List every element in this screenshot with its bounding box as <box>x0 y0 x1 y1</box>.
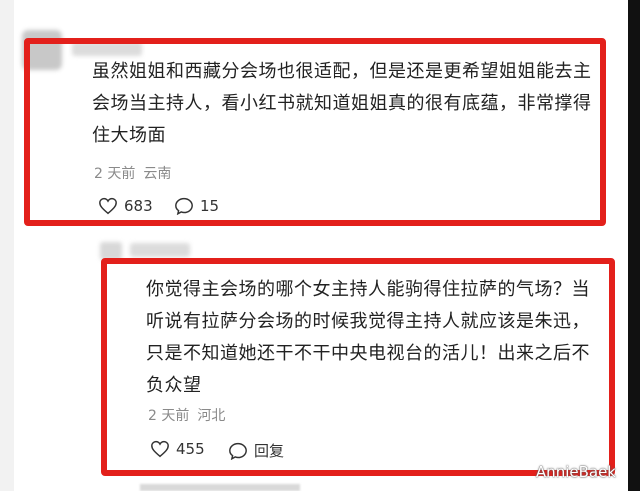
reply-button[interactable]: 15 <box>174 197 219 215</box>
left-edge <box>0 0 14 491</box>
comment-meta: 2 天前 河北 <box>148 405 225 425</box>
right-edge <box>628 0 640 491</box>
heart-icon <box>151 440 169 458</box>
comment-bubble-icon <box>175 197 193 215</box>
comment-time: 2 天前 <box>94 166 136 182</box>
reply-button[interactable]: 回复 <box>228 440 284 461</box>
like-button[interactable]: 455 <box>150 440 205 458</box>
comment-location: 云南 <box>143 166 172 182</box>
comment-time: 2 天前 <box>148 408 190 424</box>
reply-count: 15 <box>200 197 220 215</box>
watermark: AnnieBaek <box>535 463 616 481</box>
comment-meta: 2 天前 云南 <box>94 163 171 183</box>
reply-label: 回复 <box>254 442 285 460</box>
like-count: 455 <box>176 440 205 458</box>
comment-text: 虽然姐姐和西藏分会场也很适配，但是还是更希望姐姐能去主会场当主持人，看小红书就知… <box>92 61 592 146</box>
like-button[interactable]: 683 <box>98 197 153 215</box>
comment-text: 你觉得主会场的哪个女主持人能驹得住拉萨的气场？当听说有拉萨分会场的时候我觉得主持… <box>146 279 590 396</box>
comment-location: 河北 <box>197 408 226 424</box>
username-blurred[interactable] <box>130 243 190 257</box>
heart-icon <box>99 197 117 215</box>
like-count: 683 <box>124 197 153 215</box>
next-comment-partial <box>140 484 300 491</box>
comment-bubble-icon <box>229 442 247 460</box>
